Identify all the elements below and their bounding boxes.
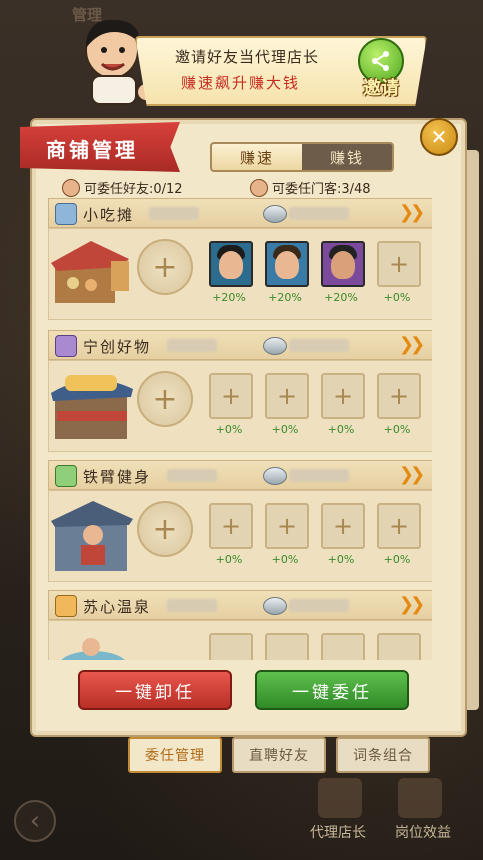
assigned-guest-portrait[interactable] bbox=[265, 241, 309, 287]
hotspring-illustration bbox=[61, 638, 125, 660]
bonus-percent: +0% bbox=[327, 423, 355, 436]
bonus-percent: +20% bbox=[212, 291, 246, 304]
bonus-percent: +0% bbox=[271, 423, 299, 436]
guests-count-label: 可委任门客:3/48 bbox=[272, 182, 371, 197]
shop-header[interactable]: 铁臂健身 ❯❯ bbox=[48, 460, 432, 490]
blurred-value bbox=[149, 207, 199, 220]
close-icon[interactable]: ✕ bbox=[420, 118, 458, 156]
agent-manager-label: 代理店长 bbox=[310, 825, 366, 841]
tab-hire-friends[interactable]: 直聘好友 bbox=[232, 737, 326, 773]
position-benefit-label: 岗位效益 bbox=[395, 825, 451, 841]
shop-name: 小吃摊 bbox=[83, 206, 135, 224]
bonus-percent: +0% bbox=[327, 553, 355, 566]
bonus-percent: +0% bbox=[383, 553, 411, 566]
empty-guest-slot[interactable] bbox=[377, 633, 421, 660]
empty-guest-slot[interactable] bbox=[265, 633, 309, 660]
shop-header[interactable]: 宁创好物 ❯❯ bbox=[48, 330, 432, 360]
bonus-percent: +20% bbox=[268, 291, 302, 304]
silver-ingot-icon bbox=[263, 337, 287, 355]
shop-type-icon bbox=[55, 203, 77, 225]
shop-body: + + + + + +0% +0% +0% +0% bbox=[48, 490, 432, 582]
empty-guest-slot[interactable]: + bbox=[209, 503, 253, 549]
shop-body bbox=[48, 620, 432, 660]
blurred-value bbox=[167, 339, 217, 352]
expand-arrows-icon[interactable]: ❯❯ bbox=[399, 464, 425, 485]
empty-guest-slot[interactable]: + bbox=[209, 373, 253, 419]
shop-name: 铁臂健身 bbox=[83, 468, 152, 486]
manager-slot-button[interactable]: + bbox=[137, 239, 193, 295]
assigned-guest-portrait[interactable] bbox=[209, 241, 253, 287]
shop-body: + + + + + +0% +0% +0% +0% bbox=[48, 360, 432, 452]
bonus-percent: +0% bbox=[215, 553, 243, 566]
assign-all-button[interactable]: 一键委任 bbox=[255, 670, 409, 710]
invite-button[interactable]: 邀请 bbox=[348, 36, 414, 102]
shop-card-gym: 铁臂健身 ❯❯ + + + + + +0% +0% +0% +0% bbox=[48, 460, 432, 582]
empty-guest-slot[interactable]: + bbox=[265, 373, 309, 419]
blurred-value bbox=[289, 207, 349, 220]
gym-illustration bbox=[51, 501, 133, 571]
friend-avatar-icon bbox=[62, 178, 80, 197]
shop-type-icon bbox=[55, 595, 77, 617]
shop-name: 宁创好物 bbox=[83, 338, 152, 356]
bonus-percent: +20% bbox=[324, 291, 358, 304]
bonus-percent: +0% bbox=[215, 423, 243, 436]
blurred-value bbox=[167, 469, 217, 482]
friends-count-label: 可委任好友:0/12 bbox=[84, 182, 183, 197]
invite-line2: 赚速飙升赚大钱 bbox=[181, 74, 301, 92]
expand-arrows-icon[interactable]: ❯❯ bbox=[399, 334, 425, 355]
shop-type-icon bbox=[55, 465, 77, 487]
bonus-percent: +0% bbox=[383, 291, 411, 304]
shop-card-snack: 小吃摊 ❯❯ + + +20% +20% +20% +0% bbox=[48, 198, 432, 320]
empty-guest-slot[interactable]: + bbox=[321, 503, 365, 549]
bonus-percent: +0% bbox=[383, 423, 411, 436]
shop-card-goods: 宁创好物 ❯❯ + + + + + +0% +0% +0% +0% bbox=[48, 330, 432, 452]
manager-slot-button[interactable]: + bbox=[137, 371, 193, 427]
assigned-guest-portrait[interactable] bbox=[321, 241, 365, 287]
empty-guest-slot[interactable]: + bbox=[321, 373, 365, 419]
snack-stall-illustration bbox=[51, 241, 129, 303]
invite-line1: 邀请好友当代理店长 bbox=[175, 48, 320, 66]
blurred-value bbox=[289, 339, 349, 352]
empty-guest-slot[interactable]: + bbox=[377, 241, 421, 287]
empty-guest-slot[interactable]: + bbox=[377, 503, 421, 549]
invite-button-label: 邀请 bbox=[363, 78, 399, 99]
back-arrow-icon[interactable]: ‹ bbox=[14, 800, 56, 842]
expand-arrows-icon[interactable]: ❯❯ bbox=[399, 594, 425, 615]
empty-guest-slot[interactable] bbox=[321, 633, 365, 660]
tab-trait-combos[interactable]: 词条组合 bbox=[336, 737, 430, 773]
position-benefit-icon[interactable] bbox=[398, 778, 442, 818]
expand-arrows-icon[interactable]: ❯❯ bbox=[399, 202, 425, 223]
empty-guest-slot[interactable]: + bbox=[377, 373, 421, 419]
blurred-value bbox=[167, 599, 217, 612]
bonus-percent: +0% bbox=[271, 553, 299, 566]
toggle-speed[interactable]: 赚速 bbox=[212, 144, 302, 170]
blurred-value bbox=[289, 599, 349, 612]
guests-count: 可委任门客:3/48 bbox=[250, 178, 371, 197]
silver-ingot-icon bbox=[263, 597, 287, 615]
manager-slot-button[interactable]: + bbox=[137, 501, 193, 557]
tab-assign-management[interactable]: 委任管理 bbox=[128, 737, 222, 773]
panel-title: 商铺管理 bbox=[46, 138, 138, 162]
silver-ingot-icon bbox=[263, 467, 287, 485]
shop-type-icon bbox=[55, 335, 77, 357]
silver-ingot-icon bbox=[263, 205, 287, 223]
goods-store-illustration bbox=[51, 375, 133, 439]
empty-guest-slot[interactable]: + bbox=[265, 503, 309, 549]
agent-manager-icon[interactable] bbox=[318, 778, 362, 818]
friends-count: 可委任好友:0/12 bbox=[62, 178, 183, 197]
empty-guest-slot[interactable] bbox=[209, 633, 253, 660]
unassign-all-button[interactable]: 一键卸任 bbox=[78, 670, 232, 710]
blurred-value bbox=[289, 469, 349, 482]
shop-card-hotspring: 苏心温泉 ❯❯ bbox=[48, 590, 432, 660]
shop-name: 苏心温泉 bbox=[83, 598, 152, 616]
shop-header[interactable]: 苏心温泉 ❯❯ bbox=[48, 590, 432, 620]
guest-avatar-icon bbox=[250, 178, 268, 197]
sort-toggle[interactable]: 赚速 赚钱 bbox=[210, 142, 394, 172]
shop-body: + + +20% +20% +20% +0% bbox=[48, 228, 432, 320]
shop-list[interactable]: 小吃摊 ❯❯ + + +20% +20% +20% +0% 宁创好物 ❯❯ + … bbox=[48, 198, 432, 660]
shop-header[interactable]: 小吃摊 ❯❯ bbox=[48, 198, 432, 228]
toggle-money[interactable]: 赚钱 bbox=[302, 144, 392, 170]
